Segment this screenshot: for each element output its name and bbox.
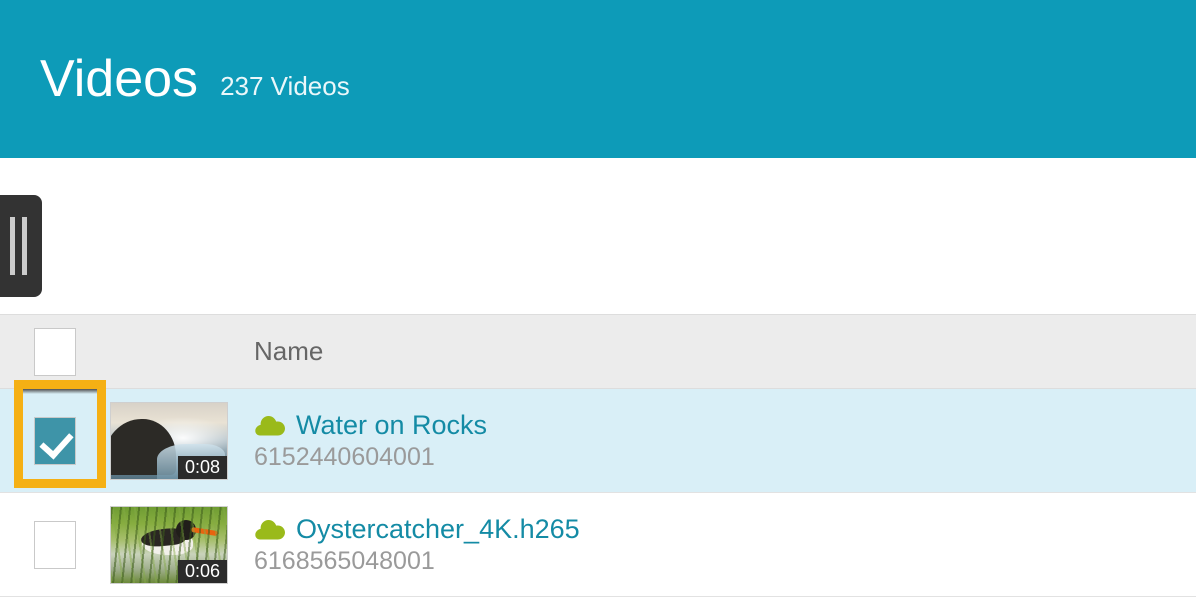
select-all-cell	[0, 328, 110, 376]
duration-badge: 0:08	[178, 456, 227, 479]
video-name-line: Oystercatcher_4K.h265	[250, 515, 1196, 543]
row-2-checkbox[interactable]	[34, 521, 76, 569]
toolbar-area: Publish and Embed... ▼ Quick Edit Quick …	[0, 158, 1196, 314]
row-name-cell: Water on Rocks 6152440604001	[250, 411, 1196, 471]
video-id: 6152440604001	[250, 444, 1196, 470]
row-1-checkbox[interactable]	[34, 417, 76, 465]
videos-table: Name 0:08 Water on Rocks	[0, 314, 1196, 597]
oystercatcher-thumbnail[interactable]: 0:06	[110, 506, 228, 584]
row-name-cell: Oystercatcher_4K.h265 6168565048001	[250, 515, 1196, 575]
page-title: Videos	[40, 53, 198, 105]
name-column-header[interactable]: Name	[250, 336, 1196, 367]
cloud-icon	[254, 517, 286, 541]
videos-page: Videos 237 Videos Publish and Embed... ▼…	[0, 0, 1196, 602]
duration-badge: 0:06	[178, 560, 227, 583]
video-id: 6168565048001	[250, 548, 1196, 574]
table-row[interactable]: 0:08 Water on Rocks 6152440604001	[0, 389, 1196, 493]
page-header: Videos 237 Videos	[0, 0, 1196, 158]
row-thumbnail-cell: 0:08	[110, 402, 250, 480]
grip-icon	[10, 217, 27, 275]
video-title-link[interactable]: Water on Rocks	[296, 411, 487, 439]
sidebar-collapse-handle[interactable]	[0, 195, 42, 297]
table-header-row: Name	[0, 314, 1196, 389]
name-column-label: Name	[250, 336, 1196, 367]
video-title-link[interactable]: Oystercatcher_4K.h265	[296, 515, 580, 543]
water-on-rocks-thumbnail[interactable]: 0:08	[110, 402, 228, 480]
row-thumbnail-cell: 0:06	[110, 506, 250, 584]
row-checkbox-cell	[0, 521, 110, 569]
select-all-checkbox[interactable]	[34, 328, 76, 376]
table-row[interactable]: 0:06 Oystercatcher_4K.h265 6168565048001	[0, 493, 1196, 597]
video-name-line: Water on Rocks	[250, 411, 1196, 439]
row-checkbox-cell	[0, 417, 110, 465]
cloud-icon	[254, 413, 286, 437]
video-count-label: 237 Videos	[220, 73, 350, 99]
